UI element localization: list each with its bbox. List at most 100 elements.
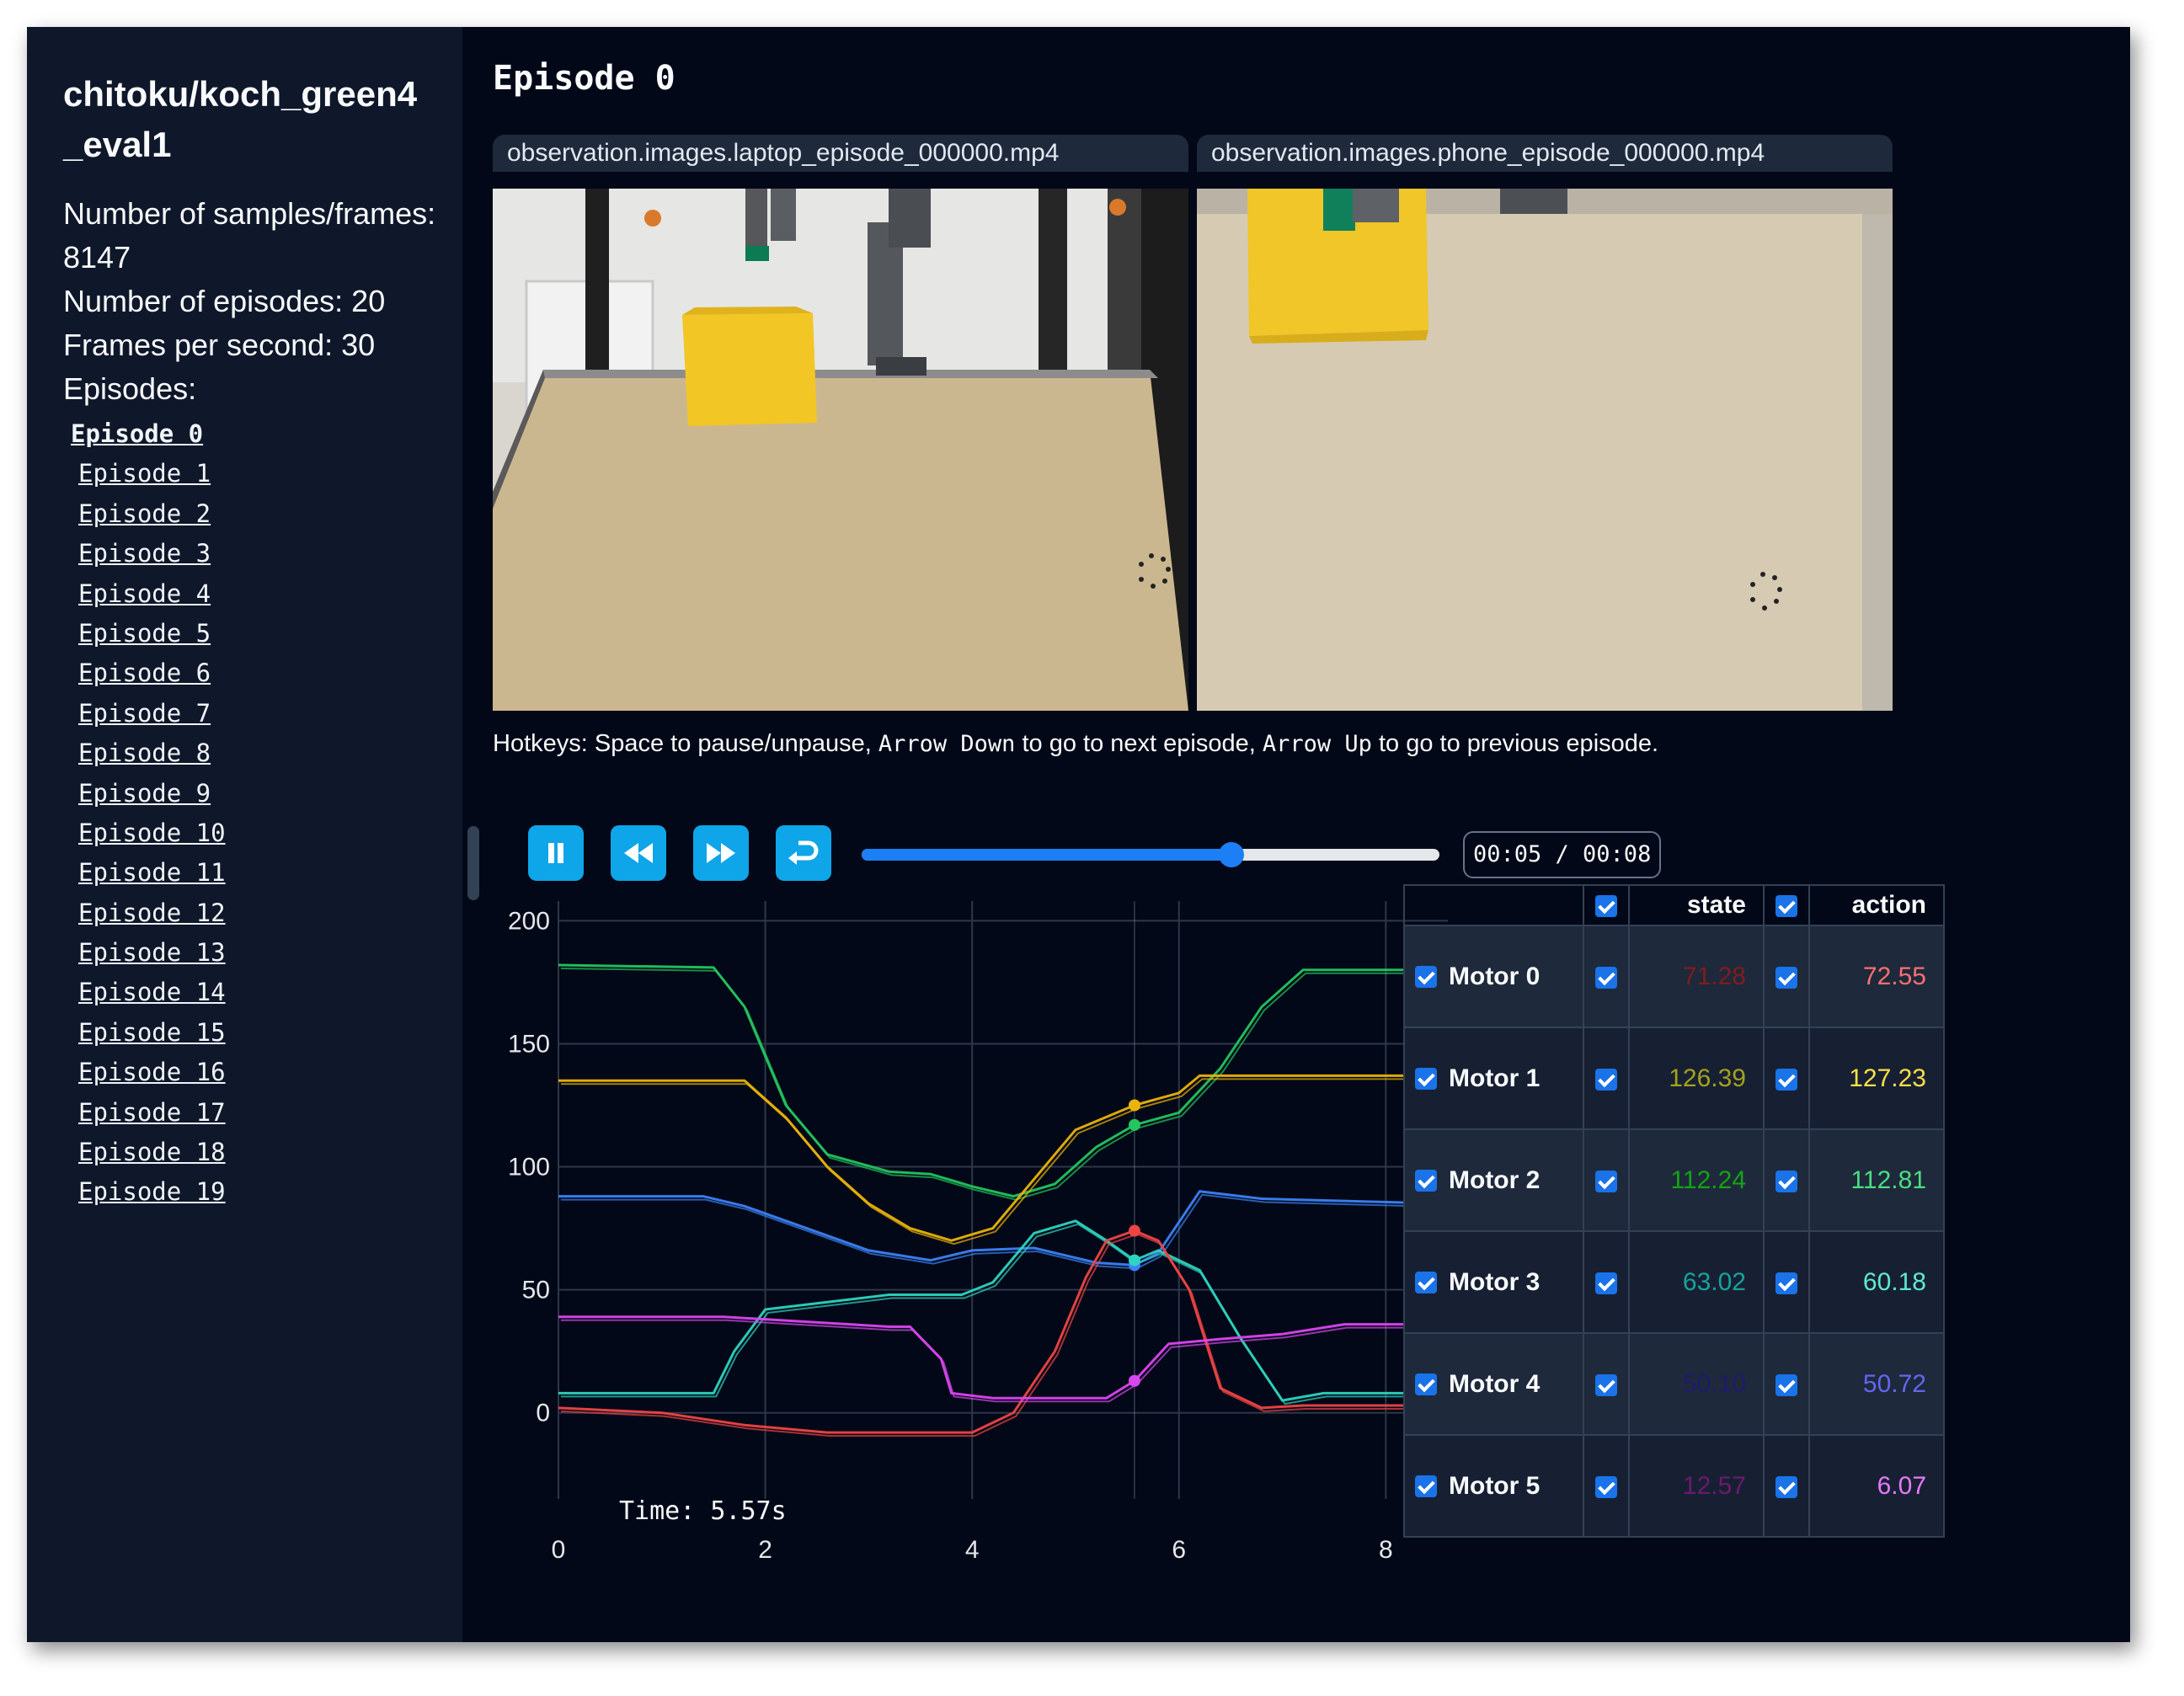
table-row: Motor 4 50.10 50.72: [1403, 1332, 1945, 1436]
episode-link-4[interactable]: Episode 4: [78, 579, 211, 608]
episode-link-16[interactable]: Episode 16: [78, 1058, 226, 1086]
x-tick-label: 4: [965, 1536, 980, 1564]
series-line-state-5: [561, 1319, 1448, 1403]
state-value: 126.39: [1628, 1027, 1765, 1130]
action-toggle-cell[interactable]: [1763, 1027, 1810, 1130]
action-value: 6.07: [1808, 1434, 1945, 1538]
episode-link-2[interactable]: Episode 2: [78, 499, 211, 528]
hotkeys-text-2: to go to next episode,: [1015, 730, 1263, 757]
motor-cell: Motor 5: [1403, 1434, 1584, 1538]
action-value: 72.55: [1808, 925, 1945, 1028]
action-toggle-cell[interactable]: [1763, 925, 1810, 1028]
table-header-empty: [1403, 884, 1584, 926]
seek-slider[interactable]: [862, 842, 1439, 867]
samples-label: Number of samples/frames:: [63, 196, 436, 231]
state-toggle-cell[interactable]: [1583, 1027, 1630, 1130]
episode-link-18[interactable]: Episode 18: [78, 1138, 226, 1166]
episodes-count: Number of episodes: 20: [63, 284, 386, 318]
x-tick-label: 0: [552, 1536, 566, 1564]
motor-cell: Motor 1: [1403, 1027, 1584, 1130]
y-tick-label: 0: [536, 1400, 550, 1427]
action-value: 127.23: [1808, 1027, 1945, 1130]
series-line-action-5: [558, 1315, 1448, 1400]
hotkey-arrow-up: Arrow Up: [1262, 731, 1372, 757]
episode-link-3[interactable]: Episode 3: [78, 539, 211, 568]
time-display: 00:05 / 00:08: [1463, 831, 1662, 878]
state-toggle-cell[interactable]: [1583, 925, 1630, 1028]
episode-list-item: Episode 13: [63, 933, 462, 973]
series-line-state-1: [561, 1078, 1448, 1245]
motor-toggle-checkbox[interactable]: [1415, 1170, 1437, 1192]
episode-link-10[interactable]: Episode 10: [78, 819, 226, 847]
episode-link-14[interactable]: Episode 14: [78, 978, 226, 1006]
motor-toggle-checkbox[interactable]: [1415, 1373, 1437, 1396]
episode-title: Episode 0: [493, 59, 675, 98]
action-toggle-cell[interactable]: [1763, 1332, 1810, 1436]
checkbox-icon: [1776, 895, 1797, 918]
state-toggle-cell[interactable]: [1583, 1128, 1630, 1232]
state-column-toggle[interactable]: [1583, 884, 1630, 926]
state-value: 50.10: [1628, 1332, 1765, 1436]
app-window: chitoku/koch_green4_eval1 Number of samp…: [27, 27, 2130, 1642]
episode-list-item: Episode 10: [63, 813, 462, 853]
checkbox-icon: [1595, 1475, 1617, 1498]
action-column-toggle[interactable]: [1763, 884, 1810, 926]
motor-name: Motor 4: [1449, 1370, 1541, 1399]
episode-link-13[interactable]: Episode 13: [78, 938, 226, 967]
action-toggle-cell[interactable]: [1763, 1434, 1810, 1538]
action-toggle-cell[interactable]: [1763, 1128, 1810, 1232]
chart-cursor: [1128, 901, 1140, 1499]
episode-list-item: Episode 16: [63, 1053, 462, 1092]
x-tick-label: 8: [1379, 1536, 1393, 1564]
restart-button[interactable]: [776, 825, 831, 881]
episode-link-6[interactable]: Episode 6: [78, 659, 211, 687]
dataset-title: chitoku/koch_green4_eval1: [63, 74, 418, 164]
motor-toggle-checkbox[interactable]: [1415, 1475, 1437, 1498]
laptop-video-panel: observation.images.laptop_episode_000000…: [493, 135, 1188, 711]
hotkeys-text-1: Hotkeys: Space to pause/unpause,: [493, 730, 878, 757]
action-toggle-cell[interactable]: [1763, 1230, 1810, 1334]
sidebar: chitoku/koch_green4_eval1 Number of samp…: [27, 27, 462, 1642]
motor-cell: Motor 0: [1403, 925, 1584, 1028]
checkbox-icon: [1595, 1373, 1617, 1396]
episode-link-19[interactable]: Episode 19: [78, 1177, 226, 1206]
episode-link-1[interactable]: Episode 1: [78, 459, 211, 488]
episode-link-8[interactable]: Episode 8: [78, 739, 211, 767]
motor-chart[interactable]: 0 2 4 6 8 0 50 100 150 200: [496, 877, 1448, 1568]
state-toggle-cell[interactable]: [1583, 1434, 1630, 1538]
rewind-button[interactable]: [611, 825, 666, 881]
checkbox-icon: [1776, 966, 1797, 989]
episode-link-0[interactable]: Episode 0: [71, 419, 203, 448]
episode-link-12[interactable]: Episode 12: [78, 899, 226, 927]
state-header: state: [1628, 884, 1765, 926]
motor-toggle-checkbox[interactable]: [1415, 966, 1437, 989]
motor-toggle-checkbox[interactable]: [1415, 1272, 1437, 1294]
episode-link-7[interactable]: Episode 7: [78, 699, 211, 728]
motor-name: Motor 2: [1449, 1166, 1541, 1195]
episode-link-9[interactable]: Episode 9: [78, 779, 211, 808]
pause-button[interactable]: [528, 825, 584, 881]
laptop-video[interactable]: [493, 189, 1188, 711]
seek-thumb[interactable]: [1219, 842, 1245, 867]
episode-link-17[interactable]: Episode 17: [78, 1098, 226, 1127]
action-value: 50.72: [1808, 1332, 1945, 1436]
episode-list-item: Episode 12: [63, 893, 462, 933]
motor-toggle-checkbox[interactable]: [1415, 1068, 1437, 1091]
y-tick-label: 200: [508, 907, 550, 935]
main-content: Episode 0 observation.images.laptop_epis…: [462, 27, 2130, 1642]
state-toggle-cell[interactable]: [1583, 1332, 1630, 1436]
phone-video[interactable]: [1197, 189, 1893, 711]
episode-link-15[interactable]: Episode 15: [78, 1018, 226, 1047]
state-toggle-cell[interactable]: [1583, 1230, 1630, 1334]
series-line-action-3: [558, 1219, 1448, 1402]
fps-info: Frames per second: 30: [63, 328, 376, 362]
motor-name: Motor 0: [1449, 963, 1541, 991]
series-line-action-2: [558, 1190, 1448, 1267]
episode-list-item: Episode 17: [63, 1093, 462, 1133]
resize-handle[interactable]: [467, 826, 479, 900]
y-tick-label: 50: [522, 1277, 550, 1304]
episode-link-11[interactable]: Episode 11: [78, 858, 226, 887]
episode-link-5[interactable]: Episode 5: [78, 619, 211, 648]
fast-forward-button[interactable]: [693, 825, 749, 881]
episode-list-item: Episode 14: [63, 973, 462, 1012]
